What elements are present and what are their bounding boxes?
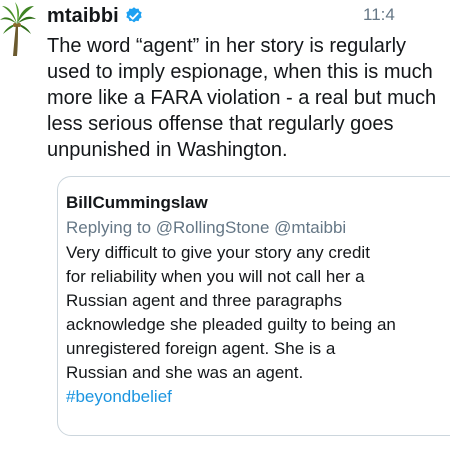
- hashtag-link[interactable]: #beyondbelief: [66, 387, 172, 406]
- quoted-text: Very difficult to give your story any cr…: [66, 241, 396, 409]
- tweet-text-line: used to imply espionage, when this is mu…: [47, 61, 433, 83]
- palm-tree-avatar-icon: [0, 2, 36, 56]
- quoted-text-line: acknowledge she pleaded guilty to being …: [66, 315, 396, 334]
- tweet-text-line: The word “agent” in her story is regular…: [47, 35, 407, 57]
- verified-badge-icon: [124, 6, 144, 26]
- avatar[interactable]: [0, 2, 36, 56]
- tweet-text-line: unpunished in Washington.: [47, 139, 288, 161]
- quoted-text-line: for reliability when you will not call h…: [66, 267, 365, 286]
- quoted-text-line: Russian and she was an agent.: [66, 363, 304, 382]
- tweet: mtaibbi 11:4 The word “agent” in her sto…: [0, 0, 450, 450]
- tweet-text-line: more like a FARA violation - a real but …: [47, 87, 437, 109]
- timestamp[interactable]: 11:4: [363, 5, 395, 25]
- quoted-author[interactable]: BillCummingslaw: [66, 193, 208, 213]
- quoted-text-line: Very difficult to give your story any cr…: [66, 243, 370, 262]
- tweet-text-line: less serious offense that regularly goes: [47, 113, 394, 135]
- quoted-text-line: Russian agent and three paragraphs: [66, 291, 342, 310]
- username[interactable]: mtaibbi: [47, 5, 119, 28]
- tweet-text: The word “agent” in her story is regular…: [47, 33, 450, 163]
- quoted-reply-line: Replying to @RollingStone @mtaibbi: [66, 218, 347, 237]
- quoted-text-line: unregistered foreign agent. She is a: [66, 339, 336, 358]
